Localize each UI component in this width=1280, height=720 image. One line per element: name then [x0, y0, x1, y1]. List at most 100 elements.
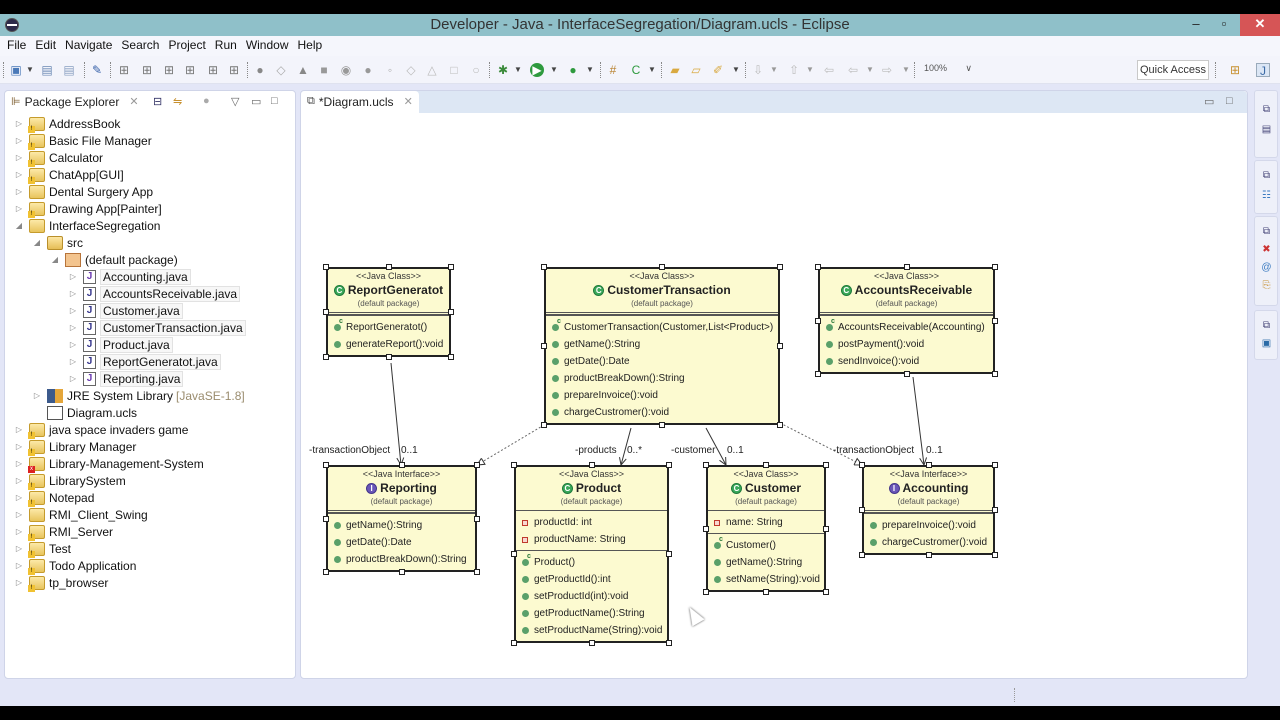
outline-icon[interactable]: ☷ [1260, 189, 1273, 202]
tree-item[interactable]: ▷ JRE System Library [JavaSE-1.8] [31, 387, 245, 404]
method-item[interactable]: setProductId(int):void [516, 588, 667, 605]
debug-icon[interactable]: ✱ [496, 63, 510, 77]
collapsed-arrow-icon[interactable]: ▷ [13, 170, 25, 179]
association-receivable-to-accounting[interactable] [912, 376, 925, 466]
selection-handle[interactable] [323, 264, 329, 270]
collapsed-arrow-icon[interactable]: ▷ [13, 204, 25, 213]
forward-icon[interactable]: ⇨ [880, 63, 894, 77]
link-with-editor-icon[interactable]: ⇋ [173, 95, 182, 108]
layout-icon[interactable]: ⊞ [183, 63, 197, 77]
selection-handle[interactable] [666, 462, 672, 468]
menu-project[interactable]: Project [161, 36, 205, 56]
debug-dropdown-icon[interactable]: ▼ [514, 65, 522, 74]
collapsed-arrow-icon[interactable]: ▷ [13, 136, 25, 145]
tree-item[interactable]: ◢ src [31, 234, 83, 251]
tab-package-explorer[interactable]: ⊫ Package Explorer ✕ [5, 91, 145, 113]
collapsed-arrow-icon[interactable]: ▷ [13, 442, 25, 451]
method-item[interactable]: CustomerTransaction(Customer,List<Produc… [546, 318, 778, 336]
collapsed-arrow-icon[interactable]: ▷ [13, 459, 25, 468]
tree-item[interactable]: ▷ AddressBook [13, 115, 120, 133]
minimize-button[interactable]: – [1182, 14, 1210, 36]
collapsed-arrow-icon[interactable]: ▷ [67, 357, 79, 366]
selection-handle[interactable] [666, 551, 672, 557]
collapsed-arrow-icon[interactable]: ▷ [13, 510, 25, 519]
layout-icon[interactable]: ⊞ [206, 63, 220, 77]
menu-search[interactable]: Search [114, 36, 159, 56]
collapsed-arrow-icon[interactable]: ▷ [13, 119, 25, 128]
save-all-icon[interactable]: ▤ [62, 63, 76, 77]
forward-dropdown-icon[interactable]: ▼ [902, 65, 910, 74]
tree-item[interactable]: ▷ ChatApp[GUI] [13, 166, 124, 184]
tree-item[interactable]: ▷ J Customer.java [67, 302, 183, 319]
restore-icon[interactable]: ⧉ [1260, 169, 1273, 182]
new-java-class-icon[interactable]: C [629, 63, 643, 77]
collapsed-arrow-icon[interactable]: ▷ [13, 187, 25, 196]
collapsed-arrow-icon[interactable]: ▷ [31, 391, 43, 400]
back-icon[interactable]: ⇦ [846, 63, 860, 77]
method-item[interactable]: chargeCustromer():void [546, 404, 778, 421]
problems-icon[interactable]: ✖ [1260, 243, 1273, 256]
tree-item[interactable]: ◢ InterfaceSegregation [13, 217, 160, 234]
selection-handle[interactable] [448, 309, 454, 315]
square-shape-icon[interactable]: ■ [317, 63, 331, 77]
tree-item[interactable]: Diagram.ucls [31, 404, 137, 421]
diamond-shape-icon[interactable]: ◇ [274, 63, 288, 77]
selection-handle[interactable] [323, 569, 329, 575]
diamond-outline-icon[interactable]: ◇ [404, 63, 418, 77]
next-annotation-dropdown-icon[interactable]: ▼ [770, 65, 778, 74]
tree-item[interactable]: ▷ J CustomerTransaction.java [67, 319, 246, 336]
collapsed-arrow-icon[interactable]: ▷ [67, 289, 79, 298]
menu-run[interactable]: Run [208, 36, 237, 56]
selection-handle[interactable] [777, 264, 783, 270]
tree-item[interactable]: ▷ Basic File Manager [13, 132, 152, 150]
close-tab-icon[interactable]: ✕ [404, 95, 413, 108]
selection-handle[interactable] [903, 264, 910, 270]
new-dropdown-icon[interactable]: ▼ [26, 65, 34, 74]
last-edit-location-icon[interactable]: ⇦ [822, 63, 836, 77]
task-list-icon[interactable]: ▤ [1260, 123, 1273, 136]
selection-handle[interactable] [474, 569, 480, 575]
triangle-outline-icon[interactable]: △ [425, 63, 439, 77]
method-item[interactable]: prepareInvoice():void [546, 387, 778, 404]
console-icon[interactable]: ▣ [1260, 337, 1273, 350]
restore-icon[interactable]: ⧉ [1260, 103, 1273, 116]
open-task-icon[interactable]: ▱ [689, 63, 703, 77]
small-circle-icon[interactable]: ◦ [383, 63, 397, 77]
tree-item[interactable]: ▷ Notepad [13, 489, 94, 507]
selection-handle[interactable] [763, 462, 769, 468]
triangle-shape-icon[interactable]: ▲ [296, 63, 310, 77]
layout-icon[interactable]: ⊞ [117, 63, 131, 77]
selection-handle[interactable] [666, 640, 672, 646]
selection-handle[interactable] [448, 354, 454, 360]
collapsed-arrow-icon[interactable]: ▷ [13, 425, 25, 434]
method-item[interactable]: setProductName(String):void [516, 622, 667, 639]
search-dropdown-icon[interactable]: ▼ [732, 65, 740, 74]
selection-handle[interactable] [992, 507, 998, 513]
method-item[interactable]: ReportGeneratot() [328, 318, 449, 336]
selection-handle[interactable] [398, 462, 405, 468]
tree-item[interactable]: ▷ Library-Management-System [13, 455, 204, 473]
field-item[interactable]: productId: int [516, 514, 667, 531]
uml-customer[interactable]: <<Java Class>> C Customer (default package)… [706, 465, 826, 592]
tree-item[interactable]: ▷ J Reporting.java [67, 370, 184, 387]
collapsed-arrow-icon[interactable]: ▷ [67, 374, 79, 383]
restore-icon[interactable]: ⧉ [1260, 319, 1273, 332]
tree-item[interactable]: ▷ Dental Surgery App [13, 183, 153, 200]
field-item[interactable]: name: String [708, 514, 824, 531]
coverage-dropdown-icon[interactable]: ▼ [586, 65, 594, 74]
tree-item[interactable]: ▷ java space invaders game [13, 421, 188, 439]
next-annotation-icon[interactable]: ⇩ [751, 63, 765, 77]
selection-handle[interactable] [474, 515, 480, 522]
java-perspective-icon[interactable]: J [1256, 63, 1270, 78]
maximize-button[interactable]: ▫ [1210, 14, 1238, 36]
tree-item[interactable]: ▷ J AccountsReceivable.java [67, 285, 241, 302]
selection-handle[interactable] [659, 264, 665, 270]
open-perspective-icon[interactable]: ⊞ [1228, 63, 1242, 77]
expanded-arrow-icon[interactable]: ◢ [31, 238, 43, 247]
square-outline-icon[interactable]: □ [447, 63, 461, 77]
maximize-view-icon[interactable]: □ [271, 95, 278, 107]
tree-item[interactable]: ▷ Todo Application [13, 557, 136, 575]
focus-on-active-task-icon[interactable]: ● [203, 95, 210, 107]
previous-annotation-dropdown-icon[interactable]: ▼ [806, 65, 814, 74]
selection-handle[interactable] [385, 354, 392, 360]
